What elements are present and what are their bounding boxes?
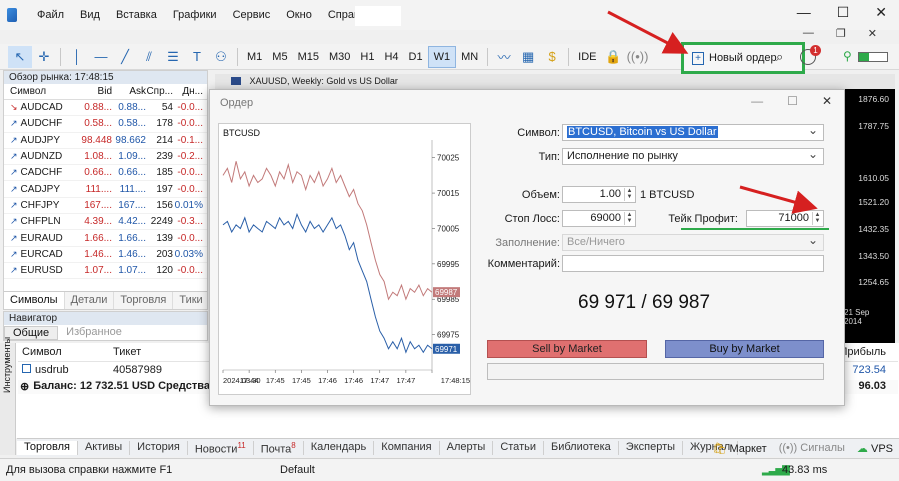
annotation-arrows <box>607 10 818 214</box>
arrow-to-new-order <box>607 10 689 54</box>
arrow-to-take-profit <box>739 185 818 214</box>
